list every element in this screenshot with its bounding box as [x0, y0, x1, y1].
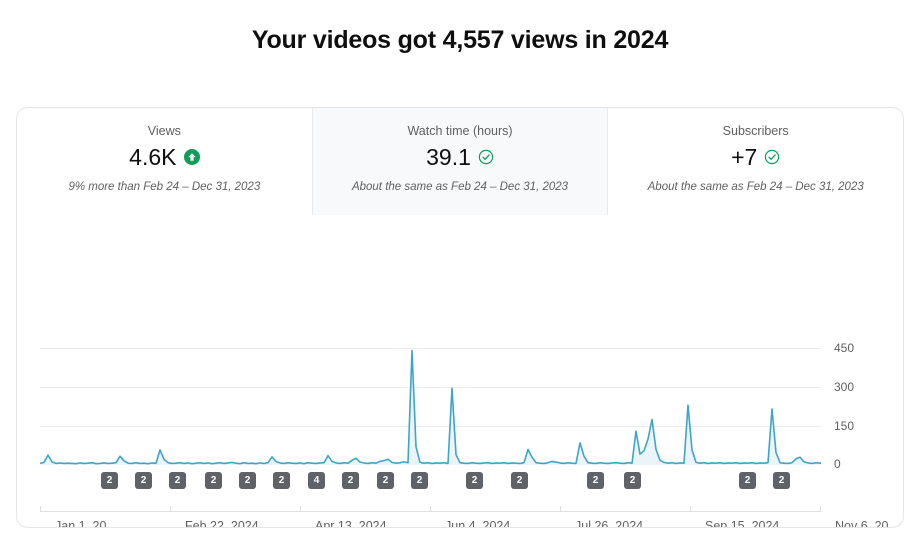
metric-card-views[interactable]: Views 4.6K 9% more than Feb 24 – Dec 31,…: [17, 108, 312, 215]
analytics-page: Your videos got 4,557 views in 2024 View…: [0, 0, 920, 547]
video-count-badge[interactable]: 2: [624, 472, 641, 489]
views-chart[interactable]: 450 300 150 0 2222224222222222 Jan 1, 20…: [17, 215, 903, 528]
x-tick-label: Apr 13, 2024: [315, 519, 387, 528]
x-axis-tick: [40, 506, 41, 512]
video-count-badge[interactable]: 2: [773, 472, 790, 489]
x-tick-label: Jun 4, 2024: [445, 519, 511, 528]
video-count-badge[interactable]: 2: [101, 472, 118, 489]
video-count-markers: 2222224222222222: [17, 215, 903, 527]
metric-value: 4.6K: [129, 144, 177, 170]
x-tick-label: Feb 22, 2024: [185, 519, 259, 528]
x-axis-tick: [300, 506, 301, 512]
video-count-badge[interactable]: 2: [511, 472, 528, 489]
video-count-badge[interactable]: 2: [273, 472, 290, 489]
x-tick-label: Sep 15, 2024: [705, 519, 780, 528]
video-count-badge[interactable]: 2: [239, 472, 256, 489]
x-tick-label: Jul 26, 2024: [575, 519, 644, 528]
page-title: Your videos got 4,557 views in 2024: [251, 26, 669, 54]
x-axis-tick: [690, 506, 691, 512]
metric-comparison: About the same as Feb 24 – Dec 31, 2023: [647, 181, 864, 193]
video-count-badge[interactable]: 2: [587, 472, 604, 489]
x-tick-label: Nov 6, 20...: [835, 519, 899, 528]
metric-value-row: +7: [731, 144, 780, 170]
video-count-badge[interactable]: 2: [377, 472, 394, 489]
video-count-badge[interactable]: 2: [739, 472, 756, 489]
video-count-badge[interactable]: 2: [205, 472, 222, 489]
metric-label: Subscribers: [722, 124, 789, 138]
metric-card-watch-time[interactable]: Watch time (hours) 39.1 About the same a…: [311, 108, 609, 215]
video-count-badge[interactable]: 2: [466, 472, 483, 489]
metric-comparison: 9% more than Feb 24 – Dec 31, 2023: [68, 181, 261, 193]
video-count-badge[interactable]: 2: [342, 472, 359, 489]
x-tick-label: Jan 1, 20...: [55, 519, 117, 528]
metric-value: +7: [731, 144, 758, 170]
metrics-strip: Views 4.6K 9% more than Feb 24 – Dec 31,…: [17, 108, 903, 215]
chart-x-axis-labels: Jan 1, 20... Feb 22, 2024 Apr 13, 2024 Jun …: [17, 518, 903, 528]
video-count-badge[interactable]: 2: [135, 472, 152, 489]
metric-value: 39.1: [426, 144, 471, 170]
x-axis-tick: [820, 506, 821, 512]
metric-label: Views: [147, 124, 181, 138]
analytics-card: Views 4.6K 9% more than Feb 24 – Dec 31,…: [16, 107, 904, 528]
metric-value-row: 4.6K: [129, 144, 200, 170]
video-count-badge[interactable]: 2: [411, 472, 428, 489]
x-axis-tick: [170, 506, 171, 512]
x-axis-tick: [430, 506, 431, 512]
metric-label: Watch time (hours): [407, 124, 513, 138]
metric-card-subscribers[interactable]: Subscribers +7 About the same as Feb 24 …: [608, 108, 903, 215]
video-count-badge[interactable]: 4: [308, 472, 325, 489]
video-count-badge[interactable]: 2: [169, 472, 186, 489]
check-circle-icon: [764, 149, 780, 165]
arrow-up-icon: [183, 149, 200, 165]
metric-comparison: About the same as Feb 24 – Dec 31, 2023: [351, 181, 569, 193]
check-circle-icon: [478, 149, 494, 165]
x-axis-tick: [560, 506, 561, 512]
metric-value-row: 39.1: [426, 144, 494, 170]
